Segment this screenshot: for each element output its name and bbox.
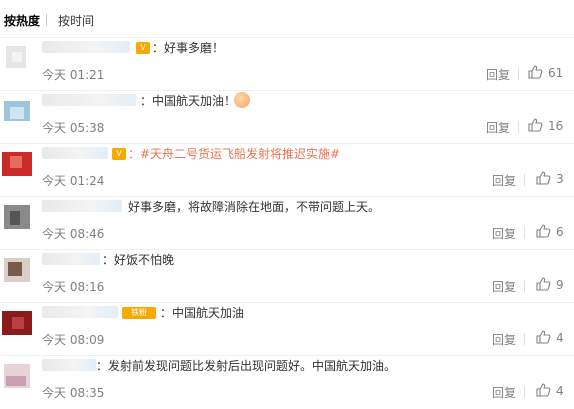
thumbs-up-icon[interactable] — [535, 170, 551, 186]
comment-item: ：发射前发现问题比发射后出现问题好。中国航天加油。 今天 08:35 回复 4 — [0, 356, 574, 409]
username-masked[interactable] — [42, 41, 130, 53]
comment-topic-text[interactable]: ：#天舟二号货运飞船发射将推迟实施# — [128, 146, 340, 162]
action-divider — [518, 68, 519, 80]
like-count: 6 — [556, 225, 564, 239]
avatar[interactable] — [2, 95, 32, 125]
comment-time: 今天 08:09 — [42, 333, 105, 347]
reply-button[interactable]: 回复 — [492, 384, 516, 401]
action-divider — [524, 174, 525, 186]
comment-time: 今天 08:16 — [42, 280, 105, 294]
comment-item: V ：#天舟二号货运飞船发射将推迟实施# 今天 01:24 回复 3 — [0, 144, 574, 197]
reply-button[interactable]: 回复 — [492, 225, 516, 242]
action-divider — [524, 280, 525, 292]
reply-button[interactable]: 回复 — [492, 331, 516, 348]
thumbs-up-icon[interactable] — [535, 223, 551, 239]
thumbs-up-icon[interactable] — [535, 276, 551, 292]
like-count: 9 — [556, 278, 564, 292]
like-count: 61 — [548, 66, 564, 80]
fan-badge: 铁粉 — [122, 307, 156, 319]
tab-divider — [46, 14, 47, 26]
reply-button[interactable]: 回复 — [492, 278, 516, 295]
avatar[interactable] — [2, 148, 32, 178]
comment-text: 好事多磨，将故障消除在地面，不带问题上天。 — [128, 200, 381, 214]
thumbs-up-icon[interactable] — [527, 64, 543, 80]
comment-item: 好事多磨，将故障消除在地面，不带问题上天。 今天 08:46 回复 6 — [0, 197, 574, 250]
comment-time: 今天 05:38 — [42, 121, 105, 135]
username-masked[interactable] — [42, 147, 108, 159]
sort-tabs: 按热度 按时间 — [0, 0, 574, 40]
reply-button[interactable]: 回复 — [486, 66, 510, 83]
action-divider — [524, 227, 525, 239]
reply-button[interactable]: 回复 — [486, 119, 510, 136]
comment-text: ：中国航天加油！ — [140, 94, 237, 108]
avatar[interactable] — [2, 201, 32, 231]
like-count: 3 — [556, 172, 564, 186]
comment-time: 今天 08:46 — [42, 227, 105, 241]
comment-item: ：中国航天加油！ 今天 05:38 回复 16 — [0, 91, 574, 144]
comment-time: 今天 08:35 — [42, 386, 105, 400]
comment-text: ：发射前发现问题比发射后出现问题好。中国航天加油。 — [96, 359, 397, 373]
avatar[interactable] — [2, 42, 32, 72]
tab-sort-by-hot[interactable]: 按热度 — [4, 12, 40, 29]
thumbs-up-icon[interactable] — [535, 382, 551, 398]
comment-time: 今天 01:21 — [42, 68, 105, 82]
comment-item: ：好饭不怕晚 今天 08:16 回复 9 — [0, 250, 574, 303]
action-divider — [518, 121, 519, 133]
like-count: 4 — [556, 331, 564, 345]
thumbs-up-icon[interactable] — [535, 329, 551, 345]
action-divider — [524, 333, 525, 345]
vip-badge-icon: V — [112, 148, 126, 160]
like-count: 16 — [548, 119, 564, 133]
username-masked[interactable] — [42, 94, 136, 106]
comment-text: ：中国航天加油 — [160, 306, 245, 320]
vip-badge-icon: V — [136, 42, 150, 54]
username-masked[interactable] — [42, 200, 122, 212]
comment-time: 今天 01:24 — [42, 174, 105, 188]
action-divider — [524, 386, 525, 398]
username-masked[interactable] — [42, 306, 118, 318]
comment-item: 铁粉 ：中国航天加油 今天 08:09 回复 4 — [0, 303, 574, 356]
tab-sort-by-time[interactable]: 按时间 — [58, 12, 94, 29]
praying-hands-emoji-icon — [234, 92, 250, 108]
like-count: 4 — [556, 384, 564, 398]
comment-text: ：好饭不怕晚 — [102, 253, 175, 267]
username-masked[interactable] — [42, 253, 100, 265]
avatar[interactable] — [2, 307, 32, 337]
username-masked[interactable] — [42, 359, 96, 371]
reply-button[interactable]: 回复 — [492, 172, 516, 189]
comment-text: ：好事多磨！ — [152, 41, 225, 55]
comment-item: V ：好事多磨！ 今天 01:21 回复 61 — [0, 38, 574, 91]
thumbs-up-icon[interactable] — [527, 117, 543, 133]
avatar[interactable] — [2, 360, 32, 390]
avatar[interactable] — [2, 254, 32, 284]
